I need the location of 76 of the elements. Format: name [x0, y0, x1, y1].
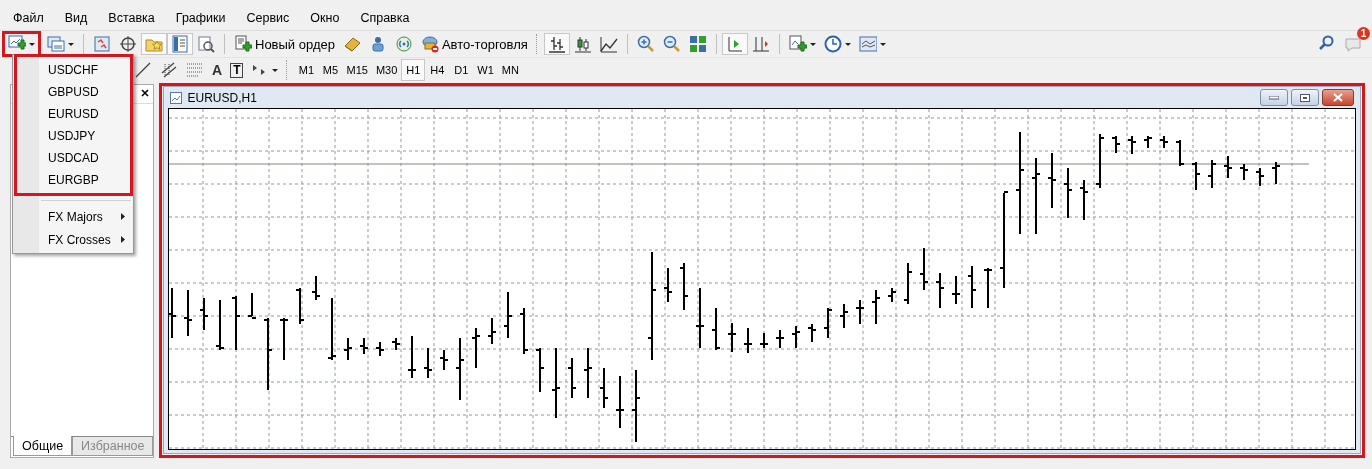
- timeframe-button[interactable]: W1: [473, 59, 498, 81]
- chart-window-icon: [93, 35, 111, 53]
- line-icon: [134, 61, 152, 79]
- caret-icon: [68, 42, 74, 46]
- robot-icon: [420, 35, 439, 53]
- document-plus-icon: [788, 35, 807, 53]
- windows-icon: [47, 35, 65, 53]
- timeframe-button[interactable]: M1: [294, 59, 319, 81]
- close-button[interactable]: [1322, 89, 1355, 106]
- minimize-icon: [1269, 95, 1280, 100]
- notification-badge: 1: [1357, 27, 1370, 40]
- menu-item[interactable]: USDJPY: [17, 125, 130, 147]
- signal-icon: [394, 35, 413, 53]
- menu-item[interactable]: USDCAD: [17, 147, 130, 169]
- submenu-item[interactable]: FX Majors: [13, 205, 133, 228]
- channel-icon: [160, 61, 178, 79]
- bar-chart-button[interactable]: [543, 33, 570, 55]
- window-title: EURUSD,H1: [187, 90, 257, 105]
- submenu-arrow-icon: [121, 213, 125, 220]
- template-icon: [858, 35, 877, 53]
- menu-item[interactable]: GBPUSD: [17, 81, 130, 103]
- text-tool-button[interactable]: A: [208, 59, 227, 81]
- timeframe-button[interactable]: H1: [401, 59, 426, 81]
- panel-icon: [171, 35, 189, 53]
- menu-item[interactable]: Графики: [175, 11, 226, 25]
- submenu-label: FX Majors: [48, 209, 103, 224]
- chart-plus-icon: [8, 35, 26, 53]
- caret-icon: [272, 68, 279, 72]
- menu-item[interactable]: Вид: [64, 11, 88, 25]
- menu-item[interactable]: EURGBP: [17, 169, 130, 191]
- text-label-button[interactable]: T: [226, 59, 248, 81]
- timeframe-button[interactable]: D1: [449, 59, 474, 81]
- chart-shift-icon: [751, 35, 770, 53]
- chat-bubble-icon: [1344, 35, 1362, 53]
- caret-icon: [29, 42, 35, 46]
- menu-item[interactable]: Справка: [360, 11, 410, 25]
- maximize-button[interactable]: [1291, 89, 1320, 106]
- restore-icon: [1300, 93, 1311, 102]
- autotrading-button[interactable]: Авто-торговля: [416, 33, 532, 55]
- menu-item[interactable]: Сервис: [246, 11, 290, 25]
- navigator-tab[interactable]: Общие: [13, 436, 73, 456]
- terminal-button[interactable]: [167, 33, 193, 55]
- autoscroll-button[interactable]: [721, 33, 748, 55]
- caret-icon: [879, 42, 886, 46]
- chart-icon: [170, 91, 183, 104]
- timeframe-button[interactable]: M15: [342, 59, 372, 81]
- bar-chart-icon: [547, 35, 566, 53]
- close-icon: [141, 89, 150, 97]
- submenu-label: FX Crosses: [48, 232, 111, 247]
- document-plus-icon: [234, 35, 252, 53]
- menu-item[interactable]: Вставка: [108, 11, 155, 25]
- timeframe-button[interactable]: H4: [425, 59, 450, 81]
- timeframe-button[interactable]: MN: [497, 59, 523, 81]
- submenu-item[interactable]: FX Crosses: [13, 228, 133, 251]
- caret-icon: [844, 42, 851, 46]
- new-order-button[interactable]: Новый ордер: [230, 33, 339, 55]
- close-button[interactable]: [140, 87, 151, 99]
- menu-item[interactable]: Окно: [310, 11, 340, 25]
- play-chart-icon: [725, 35, 744, 53]
- dotted-lines-icon: [186, 61, 204, 79]
- timeframe-button[interactable]: M30: [371, 59, 402, 81]
- caret-icon: [809, 42, 816, 46]
- zoom-out-icon: [662, 35, 681, 53]
- menu-item[interactable]: Файл: [13, 11, 44, 25]
- submenu-arrow-icon: [121, 236, 125, 243]
- menu-item[interactable]: USDCHF: [17, 59, 130, 81]
- candlestick-icon: [573, 35, 592, 53]
- magnifier-document-icon: [197, 35, 215, 53]
- menu-item[interactable]: EURUSD: [17, 103, 130, 125]
- zoom-in-icon: [636, 35, 655, 53]
- timeframe-button[interactable]: M5: [318, 59, 343, 81]
- tile-windows-icon: [688, 35, 707, 53]
- line-chart-icon: [599, 35, 618, 53]
- crosshair-icon: [119, 35, 137, 53]
- clock-icon: [823, 35, 842, 53]
- close-icon: [1333, 93, 1344, 102]
